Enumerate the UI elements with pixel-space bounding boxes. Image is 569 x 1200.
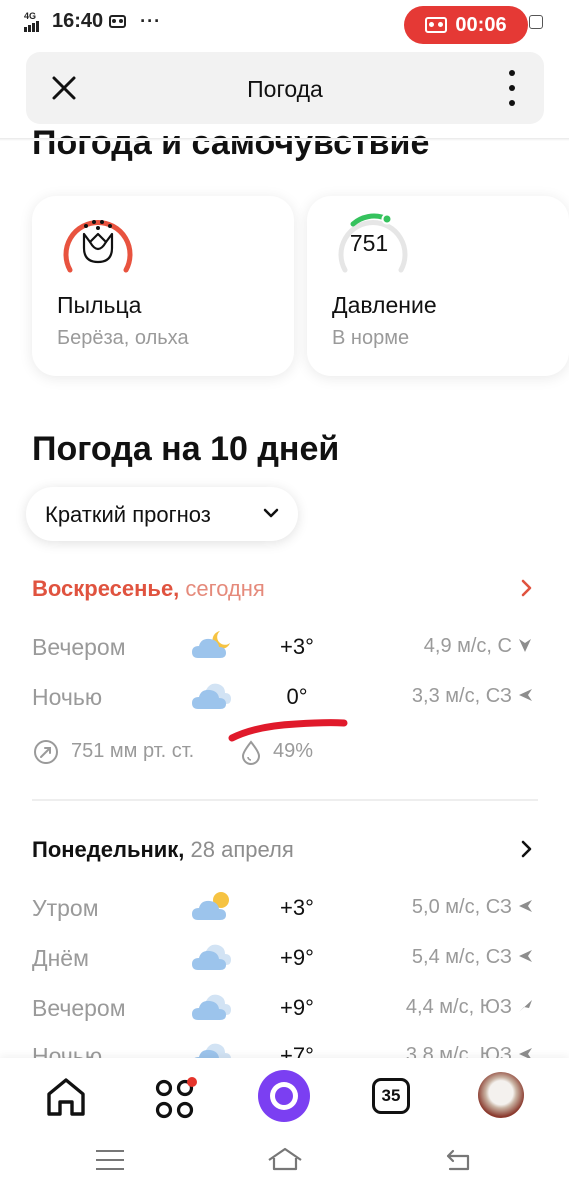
home-icon[interactable] (266, 1146, 304, 1172)
wind: 3,3 м/с, СЗ (411, 685, 512, 707)
wind-arrow-icon (519, 639, 531, 652)
forecast-mode-select[interactable]: Краткий прогноз (26, 487, 298, 541)
chevron-right-icon[interactable] (520, 578, 534, 598)
chevron-down-icon (263, 508, 279, 518)
wind-arrow-icon (519, 1000, 532, 1012)
more-vertical-icon[interactable] (504, 70, 520, 106)
pollen-title: Пыльца (57, 292, 142, 318)
page-title: Погода (247, 76, 323, 102)
temperature: 0° (286, 684, 308, 709)
avatar[interactable] (478, 1072, 524, 1118)
temperature: +9° (280, 995, 314, 1020)
network-type: 4G (24, 10, 37, 21)
humidity-reading: 49% (273, 740, 314, 762)
cloud-icon (192, 994, 231, 1020)
pollen-flower-icon (63, 220, 133, 273)
cloud-icon (192, 683, 231, 709)
temperature: +3° (280, 895, 314, 920)
wind-arrow-icon (519, 900, 532, 912)
pollen-card[interactable]: Пыльца Берёза, ольха (32, 196, 294, 376)
tabs-icon[interactable]: 35 (372, 1078, 410, 1114)
forecast-mode-label: Краткий прогноз (45, 502, 211, 527)
wind-arrow-icon (519, 689, 532, 701)
recorder-icon (109, 15, 127, 28)
pollen-subtitle: Берёза, ольха (57, 327, 189, 349)
pressure-card[interactable]: 751 Давление В норме (307, 196, 569, 376)
period-label: Вечером (32, 634, 126, 660)
menu-icon[interactable] (96, 1150, 124, 1170)
signal-icon: 4G (24, 10, 46, 32)
cloud-moon-icon (192, 631, 230, 658)
screen-recording-indicator[interactable]: 00:06 (404, 6, 528, 44)
period-label: Вечером (32, 995, 126, 1021)
day-date: 28 апреля (190, 837, 294, 862)
day-date: сегодня (185, 576, 265, 601)
temperature: +9° (280, 945, 314, 970)
battery-icon (529, 15, 543, 29)
day-header-monday[interactable]: Понедельник, 28 апреля (32, 837, 294, 863)
day-name: Понедельник, (32, 837, 185, 862)
services-icon[interactable] (154, 1076, 200, 1122)
cloud-sun-icon (192, 892, 229, 920)
wind: 4,9 м/с, С (423, 635, 512, 657)
day-name: Воскресенье, (32, 576, 180, 601)
wellbeing-title: Погода и самочувствие (32, 124, 430, 162)
period-label: Днём (32, 945, 89, 971)
chevron-right-icon[interactable] (520, 839, 534, 859)
pressure-reading: 751 мм рт. ст. (71, 740, 195, 762)
more-notifications-icon: ··· (140, 11, 162, 31)
home-icon[interactable] (44, 1076, 88, 1118)
status-time: 16:40 (52, 10, 104, 32)
period-label: Утром (32, 895, 99, 921)
back-icon[interactable] (444, 1148, 472, 1172)
pressure-subtitle: В норме (332, 327, 410, 349)
forecast-title: Погода на 10 дней (32, 430, 340, 468)
status-bar: 4G 16:40 ··· 00:06 (0, 0, 569, 46)
humidity-drop-icon (241, 740, 261, 765)
wind: 5,0 м/с, СЗ (411, 896, 512, 918)
alice-icon[interactable] (258, 1070, 310, 1122)
app-bar: Погода (26, 52, 544, 124)
bottom-nav: 35 (0, 1058, 569, 1200)
temperature: +3° (280, 634, 314, 659)
pressure-value: 751 (349, 230, 389, 256)
day-divider (32, 799, 538, 801)
pressure-title: Давление (332, 292, 437, 318)
cloud-icon (192, 944, 231, 970)
wind: 5,4 м/с, СЗ (411, 946, 512, 968)
day-header-sunday[interactable]: Воскресенье, сегодня (32, 576, 265, 602)
recorder-icon (425, 17, 448, 33)
wind: 4,4 м/с, ЮЗ (405, 996, 512, 1018)
pressure-icon (34, 740, 58, 764)
recording-time: 00:06 (455, 13, 507, 36)
wind-arrow-icon (519, 950, 532, 962)
period-label: Ночью (32, 684, 103, 710)
weather-screen: 4G 16:40 ··· 00:06 Погода Погода и самоч… (0, 0, 569, 1200)
